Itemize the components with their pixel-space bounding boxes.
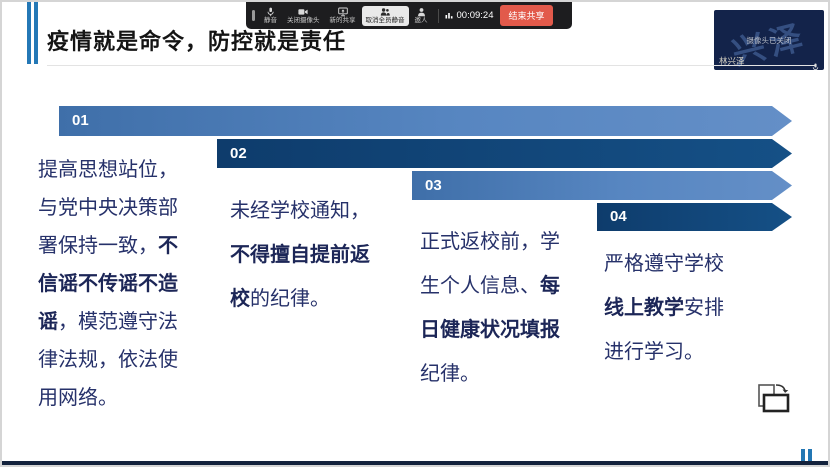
step-number-03: 03	[412, 171, 792, 200]
toolbar-button-person[interactable]: 邀人	[411, 6, 432, 26]
camera-icon	[298, 7, 308, 17]
step-banner-04: 04	[597, 203, 792, 231]
toolbar-button-people[interactable]: 取消全员静音	[362, 6, 409, 26]
step-banner-02: 02	[217, 139, 792, 168]
step-number-04: 04	[597, 203, 792, 231]
audio-signal-icon	[445, 10, 454, 22]
step-banner-01: 01	[59, 106, 792, 136]
point-text-03: 正式返校前，学生个人信息、每日健康状况填报纪律。	[420, 220, 572, 396]
toolbar-button-label: 邀人	[415, 17, 428, 25]
meeting-timer-value: 00:09:24	[457, 10, 494, 21]
participant-video-tile[interactable]: 兴泽 摄像头已关闭 林兴泽	[714, 10, 824, 70]
toolbar-button-microphone[interactable]: 静音	[260, 6, 281, 26]
camera-off-status: 摄像头已关闭	[714, 35, 824, 46]
end-share-button[interactable]: 结束共享	[500, 5, 552, 26]
toolbar-button-camera[interactable]: 关闭摄像头	[283, 6, 324, 26]
toolbar-divider	[438, 9, 439, 23]
people-icon	[380, 7, 390, 17]
step-number-01: 01	[59, 106, 792, 136]
toolbar-buttons: 静音关闭摄像头新的共享取消全员静音 邀人	[260, 6, 432, 26]
share-screen-icon	[338, 7, 348, 17]
point-text-04: 严格遵守学校线上教学安排进行学习。	[604, 242, 734, 374]
meeting-timer: 00:09:24	[445, 10, 494, 22]
screen-share-view: 静音关闭摄像头新的共享取消全员静音 邀人 00:09:24 结束共享 兴泽 摄像头…	[0, 0, 830, 467]
title-underline	[47, 65, 815, 66]
person-icon	[417, 7, 426, 17]
title-accent-bars	[27, 2, 38, 64]
toolbar-button-label: 取消全员静音	[366, 17, 405, 25]
bottom-strip	[2, 461, 828, 465]
slide-title: 疫情就是命令，防控就是责任	[47, 24, 346, 56]
drag-handle[interactable]	[252, 10, 255, 21]
microphone-icon	[266, 7, 275, 17]
step-banner-03: 03	[412, 171, 792, 200]
point-text-01: 提高思想站位，与党中央决策部署保持一致，不信谣不传谣不造谣，模范遵守法律法规，依…	[38, 151, 190, 417]
toolbar-button-share-screen[interactable]: 新的共享	[326, 6, 360, 26]
rotate-screen-icon[interactable]	[755, 381, 793, 415]
point-text-02: 未经学校通知，不得擅自提前返校的纪律。	[230, 189, 382, 321]
step-number-02: 02	[217, 139, 792, 168]
